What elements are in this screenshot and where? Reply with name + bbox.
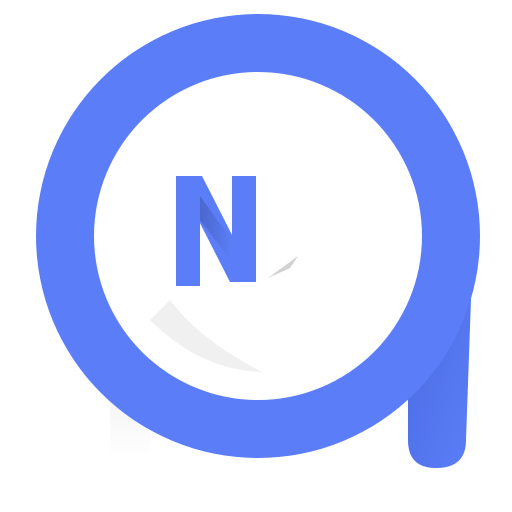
app-icon-canvas: [0, 0, 512, 512]
logo-inner-disc: [94, 72, 422, 400]
app-logo-icon: [36, 14, 480, 468]
